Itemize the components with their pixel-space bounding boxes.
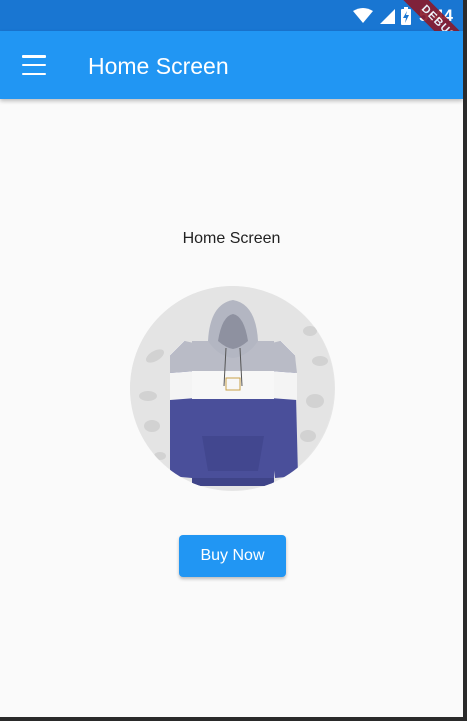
app-screen: 5:44 DEBUG Home Screen Home Screen bbox=[0, 0, 463, 717]
content-label: Home Screen bbox=[182, 230, 281, 247]
product-image bbox=[130, 286, 335, 491]
battery-charging-icon bbox=[400, 7, 411, 25]
menu-icon[interactable] bbox=[20, 52, 48, 78]
wifi-icon bbox=[352, 8, 373, 23]
status-bar: 5:44 DEBUG bbox=[0, 0, 463, 72]
hoodie-illustration bbox=[130, 286, 334, 490]
cell-signal-icon bbox=[379, 9, 395, 24]
app-bar-title: Home Screen bbox=[88, 53, 229, 79]
buy-now-button[interactable]: Buy Now bbox=[179, 535, 286, 577]
app-bar: Home Screen bbox=[0, 31, 463, 99]
